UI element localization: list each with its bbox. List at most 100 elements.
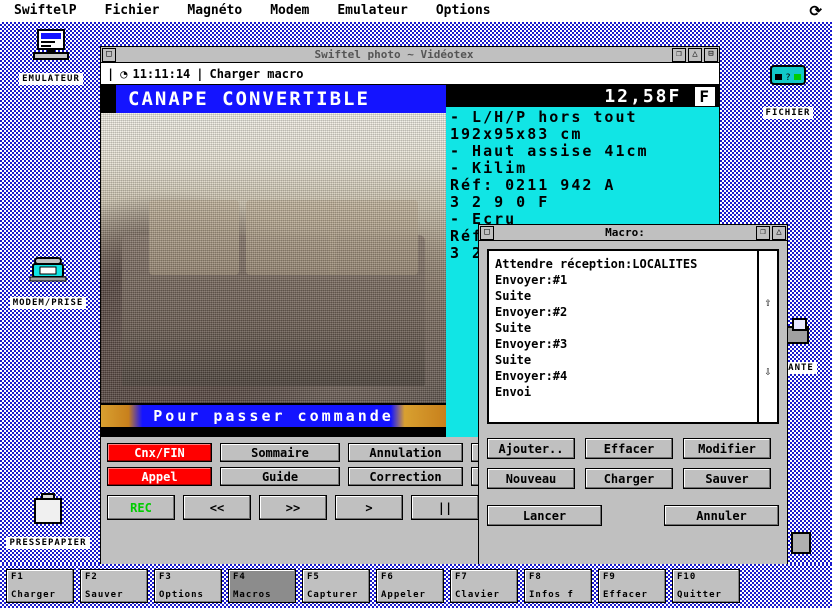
- macro-list[interactable]: Attendre réception:LOCALITES Envoyer:#1 …: [489, 251, 757, 422]
- button-modifier[interactable]: Modifier: [683, 438, 771, 459]
- desktop-icon-pressepapier[interactable]: PRESSEPAPIER: [5, 492, 91, 549]
- restore-icon[interactable]: ❐: [756, 226, 770, 240]
- fkey-f9-effacer[interactable]: F9 Effacer: [598, 569, 666, 603]
- macro-button-row-2: Nouveau Charger Sauver: [487, 468, 779, 489]
- list-item[interactable]: Envoyer:#3: [495, 336, 751, 352]
- restore-icon[interactable]: ❐: [672, 48, 686, 62]
- videotex-line: - Haut assise 41cm: [450, 143, 719, 160]
- clock-icon: ◔: [120, 67, 127, 81]
- cushion-mid: [246, 200, 336, 275]
- desktop-icon-modem-prise[interactable]: MODEM/PRISE: [5, 252, 91, 309]
- status-time: 11:11:14: [127, 67, 190, 81]
- fkey-f3-options[interactable]: F3 Options: [154, 569, 222, 603]
- macro-dialog-titlebar[interactable]: □ Macro: ❐ △: [479, 225, 787, 241]
- macro-list-container[interactable]: Attendre réception:LOCALITES Envoyer:#1 …: [487, 249, 779, 424]
- fkey-f6-appeler[interactable]: F6 Appeler: [376, 569, 444, 603]
- list-item[interactable]: Attendre réception:LOCALITES: [495, 256, 751, 272]
- desktop-icon-label: FICHIER: [763, 107, 814, 119]
- fkey-label: Infos f: [529, 589, 587, 601]
- list-item[interactable]: Envoi: [495, 384, 751, 400]
- button-lancer[interactable]: Lancer: [487, 505, 602, 526]
- button-charger[interactable]: Charger: [585, 468, 673, 489]
- button-play[interactable]: >: [335, 495, 403, 520]
- button-sommaire[interactable]: Sommaire: [220, 443, 340, 462]
- menu-item-fichier[interactable]: Fichier: [91, 1, 174, 21]
- button-annulation[interactable]: Annulation: [348, 443, 463, 462]
- button-appel[interactable]: Appel: [107, 467, 212, 486]
- menu-item-options[interactable]: Options: [422, 1, 505, 21]
- menu-bar: SwiftelP Fichier Magnéto Modem Emulateur…: [0, 0, 832, 23]
- button-record[interactable]: REC: [107, 495, 175, 520]
- button-rewind[interactable]: <<: [183, 495, 251, 520]
- telephone-icon-svg: [26, 252, 70, 284]
- menu-item-swiftelp[interactable]: SwiftelP: [0, 1, 91, 21]
- desktop-icon-emulateur[interactable]: EMULATEUR: [8, 28, 94, 85]
- button-pause[interactable]: ||: [411, 495, 479, 520]
- titlebar-stripes: Macro:: [495, 226, 755, 240]
- refresh-icon[interactable]: ⟳: [809, 1, 832, 21]
- cushion-left: [149, 200, 239, 275]
- list-item[interactable]: Suite: [495, 352, 751, 368]
- scroll-up-icon[interactable]: ⇧: [764, 293, 771, 311]
- fkey-number: F5: [307, 572, 365, 583]
- main-window-titlebar[interactable]: □ Swiftel photo ~ Vidéotex ❐ △ ⊟: [101, 47, 719, 63]
- fkey-f4-macros[interactable]: F4 Macros: [228, 569, 296, 603]
- menu-item-emulateur[interactable]: Emulateur: [323, 1, 421, 21]
- desktop-icon-label: EMULATEUR: [19, 73, 83, 85]
- button-ajouter[interactable]: Ajouter..: [487, 438, 575, 459]
- menu-item-modem[interactable]: Modem: [256, 1, 323, 21]
- list-item[interactable]: Envoyer:#1: [495, 272, 751, 288]
- button-cnx-fin[interactable]: Cnx/FIN: [107, 443, 212, 462]
- videotex-line: - L/H/P hors tout: [450, 109, 719, 126]
- button-effacer[interactable]: Effacer: [585, 438, 673, 459]
- desktop-icon-label: PRESSEPAPIER: [6, 537, 89, 549]
- sofa-shape: [122, 235, 426, 386]
- fkey-f1-charger[interactable]: F1 Charger: [6, 569, 74, 603]
- clipboard-icon-svg: [29, 492, 67, 528]
- fkey-f8-infos[interactable]: F8 Infos f: [524, 569, 592, 603]
- videotex-caption: Pour passer commande: [101, 405, 446, 427]
- button-sauver[interactable]: Sauver: [683, 468, 771, 489]
- fkey-number: F7: [455, 572, 513, 583]
- close-icon[interactable]: □: [480, 226, 494, 240]
- fkey-f2-sauver[interactable]: F2 Sauver: [80, 569, 148, 603]
- collapse-icon[interactable]: △: [688, 48, 702, 62]
- desktop-icon-fichier[interactable]: ? FICHIER: [745, 62, 831, 119]
- fkey-number: F9: [603, 572, 661, 583]
- fkey-label: Appeler: [381, 589, 439, 601]
- macro-dialog: □ Macro: ❐ △ Attendre réception:LOCALITE…: [478, 224, 788, 572]
- videotex-banner: CANAPE CONVERTIBLE: [116, 85, 446, 113]
- videotex-line: - Kilim: [450, 160, 719, 177]
- fkey-f5-capturer[interactable]: F5 Capturer: [302, 569, 370, 603]
- macro-dialog-buttons: Ajouter.. Effacer Modifier Nouveau Charg…: [487, 438, 779, 526]
- button-guide[interactable]: Guide: [220, 467, 340, 486]
- close-icon[interactable]: □: [102, 48, 116, 62]
- function-key-bar: F1 Charger F2 Sauver F3 Options F4 Macro…: [0, 564, 832, 608]
- collapse-icon[interactable]: △: [772, 226, 786, 240]
- scroll-down-icon[interactable]: ⇩: [764, 362, 771, 380]
- desktop-icon-label: MODEM/PRISE: [10, 297, 87, 309]
- disk-drive-icon-svg: ?: [767, 62, 809, 90]
- list-item[interactable]: Suite: [495, 288, 751, 304]
- button-nouveau[interactable]: Nouveau: [487, 468, 575, 489]
- button-annuler[interactable]: Annuler: [664, 505, 779, 526]
- fkey-number: F8: [529, 572, 587, 583]
- button-fast-forward[interactable]: >>: [259, 495, 327, 520]
- button-correction[interactable]: Correction: [348, 467, 463, 486]
- list-item[interactable]: Envoyer:#2: [495, 304, 751, 320]
- list-item[interactable]: Envoyer:#4: [495, 368, 751, 384]
- menu-item-magneto[interactable]: Magnéto: [173, 1, 256, 21]
- fkey-label: Effacer: [603, 589, 661, 601]
- fkey-f10-quitter[interactable]: F10 Quitter: [672, 569, 740, 603]
- fkey-label: Macros: [233, 589, 291, 601]
- fkey-f7-clavier[interactable]: F7 Clavier: [450, 569, 518, 603]
- list-item[interactable]: Suite: [495, 320, 751, 336]
- disk-drive-icon: ?: [745, 62, 831, 100]
- maximize-icon[interactable]: ⊟: [704, 48, 718, 62]
- macro-list-scrollbar[interactable]: ⇧ ⇩: [757, 251, 777, 422]
- fkey-label: Sauver: [85, 589, 143, 601]
- videotex-line: 192x95x83 cm: [450, 126, 719, 143]
- status-bar: | ◔ 11:11:14 | Charger macro: [101, 63, 719, 85]
- fkey-number: F2: [85, 572, 143, 583]
- videotex-price: 12,58F: [604, 86, 681, 107]
